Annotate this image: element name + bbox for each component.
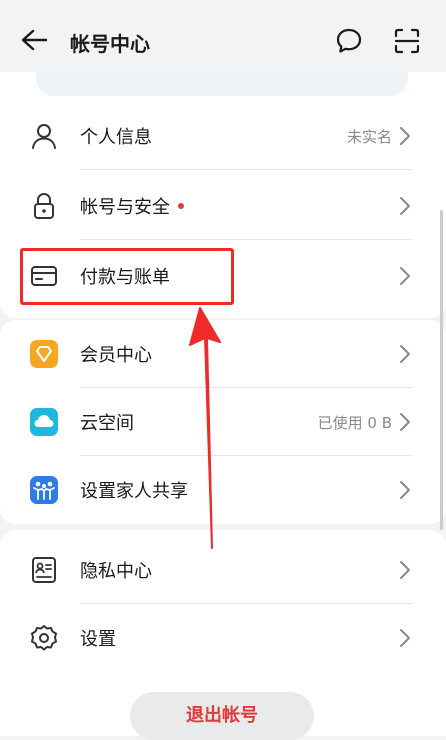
- diamond-icon: [30, 340, 58, 368]
- menu-item-personal-info[interactable]: 个人信息 未实名: [0, 102, 446, 170]
- menu-item-label: 设置家人共享: [80, 481, 188, 502]
- person-icon: [30, 122, 58, 150]
- back-button[interactable]: [18, 24, 50, 56]
- chevron-right-icon: [400, 197, 410, 215]
- chevron-right-icon: [400, 267, 410, 285]
- divider: [80, 169, 412, 170]
- scan-button[interactable]: [390, 24, 424, 58]
- menu-item-label: 设置: [80, 629, 116, 650]
- status-bar: [0, 0, 446, 10]
- chevron-right-icon: [400, 413, 410, 431]
- scrollbar[interactable]: [440, 210, 443, 530]
- menu-item-membership[interactable]: 会员中心: [0, 320, 446, 388]
- menu-item-label: 帐号与安全: [80, 193, 184, 219]
- menu-item-settings[interactable]: 设置: [0, 604, 446, 672]
- logout-button[interactable]: 退出帐号: [130, 692, 314, 740]
- menu-item-label: 个人信息: [80, 127, 152, 148]
- chevron-right-icon: [400, 481, 410, 499]
- app-bar: 帐号中心: [0, 10, 446, 72]
- profile-card-shade: [36, 72, 408, 96]
- message-button[interactable]: [332, 24, 366, 58]
- cloud-icon: [30, 408, 58, 436]
- menu-item-privacy[interactable]: 隐私中心: [0, 536, 446, 604]
- menu-item-label: 会员中心: [80, 345, 152, 366]
- logout-label: 退出帐号: [186, 705, 258, 726]
- storage-usage: 已使用 0 B: [317, 414, 392, 432]
- family-icon: [30, 476, 58, 504]
- menu-item-label-text: 帐号与安全: [80, 197, 170, 218]
- chevron-right-icon: [400, 561, 410, 579]
- menu-item-label: 隐私中心: [80, 561, 152, 582]
- notification-dot: [178, 203, 184, 209]
- page-title: 帐号中心: [70, 32, 150, 56]
- privacy-card-icon: [30, 556, 58, 584]
- profile-card-bottom: [0, 72, 446, 102]
- scan-icon: [394, 28, 420, 54]
- menu-item-label: 云空间: [80, 413, 134, 434]
- menu-item-account-security[interactable]: 帐号与安全: [0, 172, 446, 240]
- services-section: 会员中心 云空间 已使用 0 B 设置家人共享: [0, 320, 446, 524]
- menu-item-cloud[interactable]: 云空间 已使用 0 B: [0, 388, 446, 456]
- divider: [80, 239, 412, 240]
- verification-status: 未实名: [346, 128, 392, 146]
- chevron-right-icon: [400, 345, 410, 363]
- arrow-left-icon: [21, 29, 47, 51]
- chat-bubble-icon: [336, 28, 362, 53]
- chevron-right-icon: [400, 127, 410, 145]
- chevron-right-icon: [400, 629, 410, 647]
- highlight-box: [20, 248, 234, 305]
- gear-icon: [30, 624, 58, 652]
- lock-icon: [30, 192, 58, 220]
- menu-item-family-sharing[interactable]: 设置家人共享: [0, 456, 446, 524]
